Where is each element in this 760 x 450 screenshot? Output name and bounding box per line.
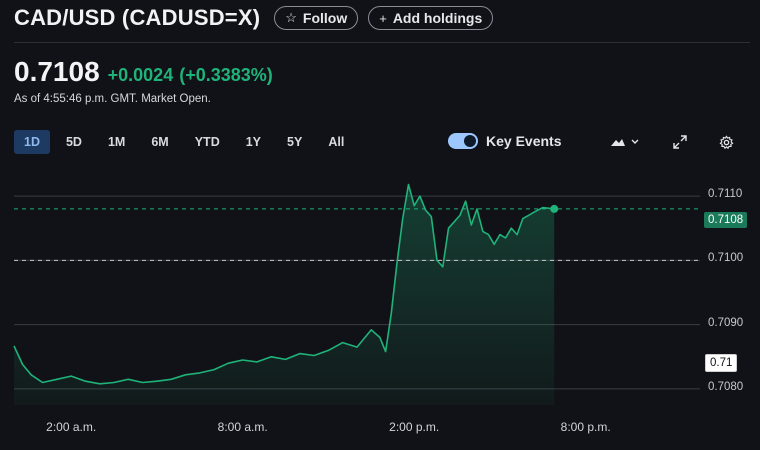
y-tick-label: 0.7100 [708,252,744,265]
last-price-marker [550,204,559,213]
chart-type-dropdown[interactable] [610,135,640,152]
x-tick-label: 8:00 a.m. [217,420,268,434]
price-change-percent: (+0.3383%) [179,65,273,85]
x-tick-label: 8:00 p.m. [560,420,611,434]
follow-label: Follow [302,10,348,26]
range-tabs: 1D 5D 1M 6M YTD 1Y 5Y All [14,130,354,154]
follow-button[interactable]: ☆ Follow [274,6,359,30]
page-header: CAD/USD (CADUSD=X) ☆ Follow + Add holdin… [14,4,750,32]
add-holdings-label: Add holdings [392,10,483,26]
add-holdings-button[interactable]: + Add holdings [368,6,494,30]
range-tab-1d[interactable]: 1D [14,130,50,154]
star-icon: ☆ [285,10,297,25]
range-tab-ytd[interactable]: YTD [185,130,230,154]
x-tick-label: 2:00 p.m. [389,420,440,434]
price-line [13,183,555,385]
header-divider [14,42,750,43]
settings-button[interactable] [719,135,734,153]
range-tab-all[interactable]: All [318,130,354,154]
range-tab-5d[interactable]: 5D [56,130,92,154]
plus-icon: + [379,10,387,26]
range-tab-6m[interactable]: 6M [141,130,178,154]
range-tab-5y[interactable]: 5Y [277,130,312,154]
key-events-label: Key Events [486,133,562,149]
expand-button[interactable] [673,135,687,152]
y-tick-label: 0.7110 [708,188,743,201]
current-price-badge: 0.7108 [704,212,748,228]
as-of-timestamp: As of 4:55:46 p.m. GMT. Market Open. [14,93,211,105]
quote-summary: 0.7108 +0.0024 (+0.3383%) [14,56,273,88]
range-tab-1y[interactable]: 1Y [236,130,271,154]
range-tab-1m[interactable]: 1M [98,130,135,154]
mountain-chart-icon [611,139,639,146]
current-price: 0.7108 [14,56,100,87]
y-tick-label: 0.7090 [708,316,744,329]
price-change: +0.0024 [107,65,174,85]
key-events-toggle[interactable] [448,133,478,149]
gear-icon [719,135,734,150]
page-title: CAD/USD (CADUSD=X) [14,5,261,30]
x-tick-label: 2:00 a.m. [46,420,97,434]
previous-close-badge: 0.71 [705,354,738,372]
key-events-control: Key Events [448,133,561,149]
y-tick-label: 0.7080 [708,380,744,393]
price-area [14,184,555,405]
toggle-knob [464,135,476,147]
expand-icon [673,135,687,149]
